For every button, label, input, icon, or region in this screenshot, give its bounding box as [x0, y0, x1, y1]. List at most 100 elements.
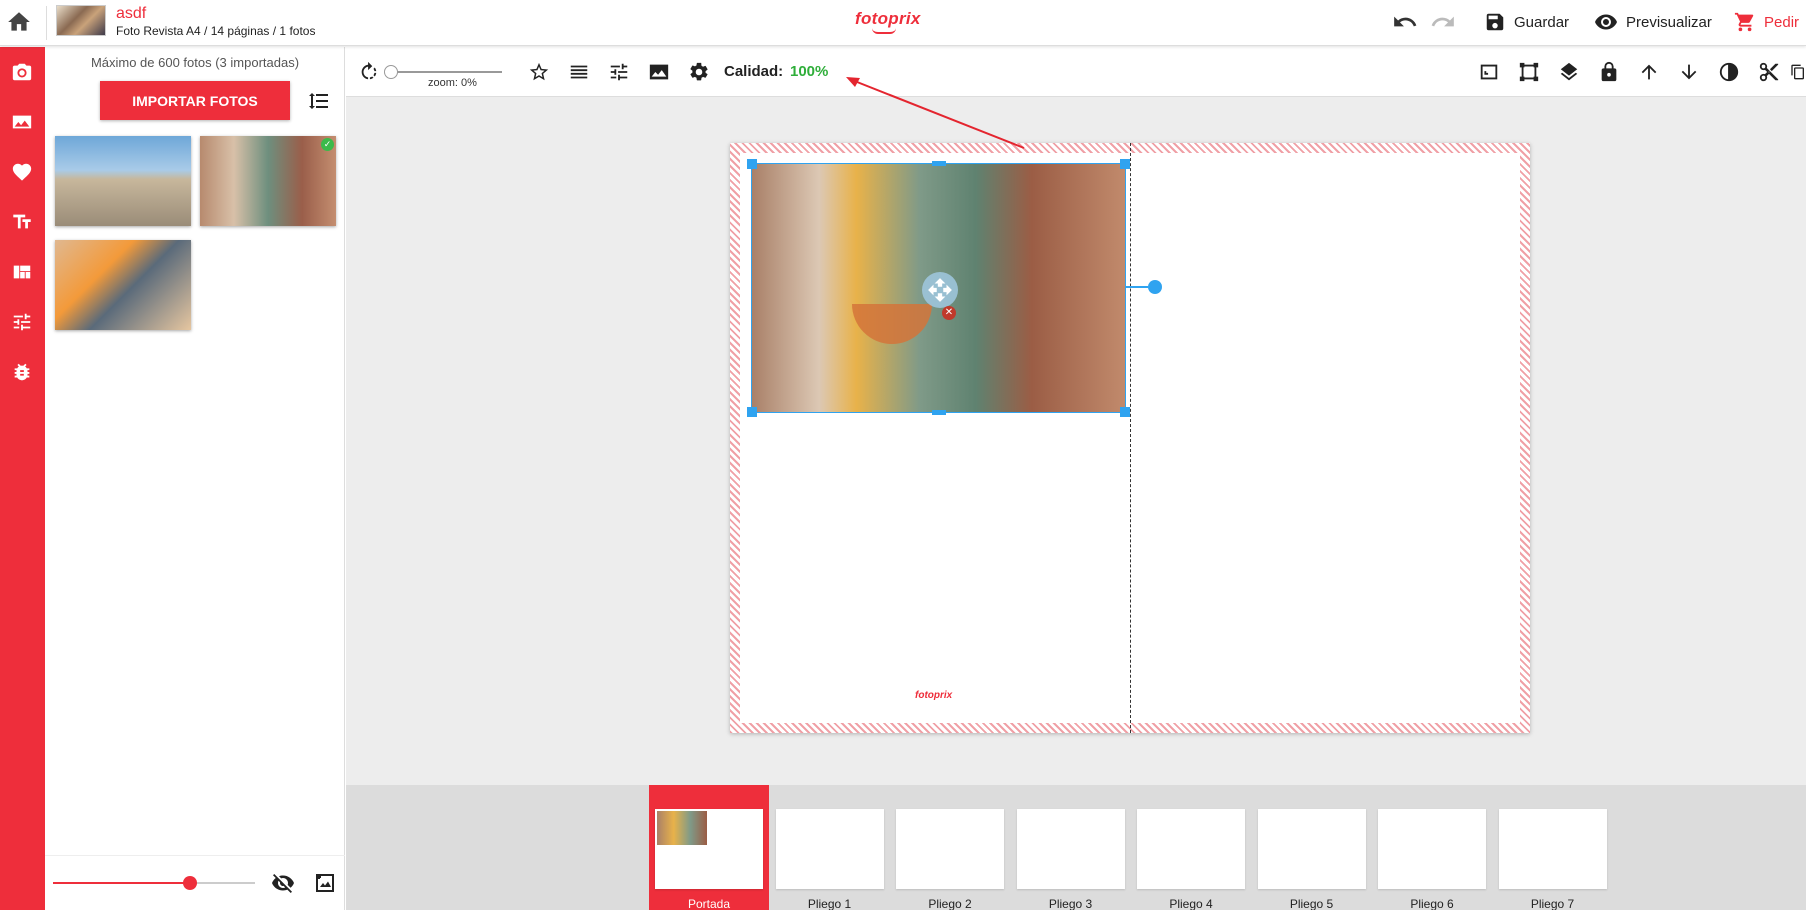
arrow-down-icon[interactable]: [1676, 59, 1702, 85]
text-icon[interactable]: [8, 208, 36, 236]
page-thumb-6[interactable]: Pliego 6: [1372, 785, 1492, 910]
sort-icon[interactable]: [307, 89, 331, 113]
photos-limit-note: Máximo de 600 fotos (3 importadas): [90, 55, 300, 70]
project-thumbnail[interactable]: [56, 5, 106, 36]
placed-photo-canal[interactable]: ✕: [747, 159, 1130, 417]
gear-icon[interactable]: [686, 59, 712, 85]
heart-icon[interactable]: [8, 158, 36, 186]
fold-line: [1130, 143, 1131, 733]
arrow-up-icon[interactable]: [1636, 59, 1662, 85]
page-thumb-preview: [896, 809, 1004, 889]
page-thumb-1[interactable]: Pliego 1: [770, 785, 890, 910]
zoom-slider[interactable]: [390, 71, 502, 73]
resize-handle-top-left[interactable]: [747, 159, 757, 169]
brand-logo: fotoprix: [855, 9, 921, 28]
page-thumb-photo: [657, 811, 707, 845]
page-thumb-4[interactable]: Pliego 4: [1131, 785, 1251, 910]
page-thumb-label: Pliego 5: [1289, 897, 1334, 910]
photo-thumb-books[interactable]: [55, 240, 191, 330]
page-thumb-5[interactable]: Pliego 5: [1252, 785, 1372, 910]
page-thumb-preview: [655, 809, 763, 889]
editor-app: asdf Foto Revista A4 / 14 páginas / 1 fo…: [0, 0, 1806, 910]
landscape-icon[interactable]: [646, 59, 672, 85]
resize-handle-bottom-right[interactable]: [1120, 407, 1130, 417]
boat-shape: [852, 304, 932, 344]
layers-icon[interactable]: [1556, 59, 1582, 85]
page-thumb-preview: [1016, 809, 1125, 889]
page-thumb-3[interactable]: Pliego 3: [1011, 785, 1131, 910]
panel-footer: [45, 855, 345, 910]
save-icon: [1486, 13, 1504, 31]
cart-icon: [1734, 12, 1754, 32]
sliders-icon[interactable]: [8, 308, 36, 336]
page-thumb-2[interactable]: Pliego 2: [890, 785, 1010, 910]
star-icon[interactable]: [526, 59, 552, 85]
thumb-size-slider[interactable]: [53, 876, 255, 890]
import-photos-button[interactable]: IMPORTAR FOTOS: [100, 81, 290, 120]
top-bar: asdf Foto Revista A4 / 14 páginas / 1 fo…: [0, 0, 1806, 46]
quality-label: Calidad:: [724, 63, 784, 80]
image-frame-icon[interactable]: [313, 871, 339, 895]
page-thumb-preview: [1257, 809, 1366, 889]
resize-handle-top[interactable]: [932, 161, 946, 166]
page-thumb-preview: [775, 809, 884, 889]
logo-smile: [872, 28, 896, 34]
page-thumb-label: Pliego 4: [1169, 897, 1213, 910]
bug-icon[interactable]: [8, 358, 36, 386]
order-button[interactable]: Pedir: [1734, 9, 1799, 35]
page-thumb-label: Pliego 3: [1048, 897, 1093, 910]
project-name[interactable]: asdf: [116, 5, 146, 23]
zoom-label: zoom: 0%: [428, 77, 477, 89]
page-thumb-preview: [1498, 809, 1607, 889]
page-thumb-label: Pliego 2: [928, 897, 972, 910]
tune-icon[interactable]: [606, 59, 632, 85]
check-icon: ✓: [321, 138, 334, 151]
page-logo: fotoprix: [915, 690, 953, 701]
eye-off-icon[interactable]: [271, 871, 297, 895]
preview-label: Previsualizar: [1626, 13, 1712, 31]
redo-icon[interactable]: [1430, 9, 1458, 35]
edit-toolbar: zoom: 0% Calidad: 100%: [346, 47, 1806, 97]
undo-icon[interactable]: [1392, 9, 1420, 35]
fit-icon[interactable]: [1476, 59, 1502, 85]
pages-strip: Portada Pliego 1 Pliego 2 Pliego 3 Pliego 4 P…: [346, 785, 1806, 910]
camera-icon[interactable]: [8, 58, 36, 86]
page-thumb-preview: [1137, 809, 1245, 889]
scissors-icon[interactable]: [1756, 59, 1782, 85]
preview-button[interactable]: Previsualizar: [1594, 9, 1712, 35]
lines-icon[interactable]: [566, 59, 592, 85]
home-icon[interactable]: [6, 9, 32, 35]
page-thumb-label: Portada: [687, 897, 731, 910]
resize-handle-top-right[interactable]: [1120, 159, 1130, 169]
rotate-handle[interactable]: [1148, 280, 1162, 294]
move-icon[interactable]: [922, 272, 958, 308]
rotate-icon[interactable]: [356, 59, 382, 85]
page-thumb-preview: [1378, 809, 1486, 889]
project-meta: Foto Revista A4 / 14 páginas / 1 fotos: [116, 24, 316, 38]
photo-thumb-canal[interactable]: ✓: [200, 136, 336, 226]
resize-handle-bottom-left[interactable]: [747, 407, 757, 417]
image-icon[interactable]: [8, 108, 36, 136]
page-thumb-label: Pliego 6: [1410, 897, 1454, 910]
page-thumb-7[interactable]: Pliego 7: [1493, 785, 1613, 910]
save-label: Guardar: [1514, 13, 1570, 31]
thumb-size-fill: [53, 882, 191, 884]
copy-icon[interactable]: [1790, 59, 1806, 85]
delete-icon[interactable]: ✕: [942, 306, 956, 320]
lock-icon[interactable]: [1596, 59, 1622, 85]
thumb-size-knob[interactable]: [183, 876, 198, 890]
page-thumb-label: Pliego 7: [1530, 897, 1575, 910]
zoom-knob[interactable]: [384, 65, 398, 79]
save-button[interactable]: Guardar: [1484, 9, 1569, 35]
tool-rail: [0, 47, 45, 910]
resize-handle-bottom[interactable]: [932, 410, 946, 415]
layout-icon[interactable]: [8, 258, 36, 286]
photo-thumb-plaza[interactable]: [55, 136, 191, 226]
photos-panel: Máximo de 600 fotos (3 importadas) IMPOR…: [45, 47, 345, 910]
contrast-icon[interactable]: [1716, 59, 1742, 85]
page-spread[interactable]: ✕ fotoprix: [730, 143, 1530, 733]
header-divider: [46, 6, 47, 40]
order-label: Pedir: [1764, 13, 1800, 31]
crop-frame-icon[interactable]: [1516, 59, 1542, 85]
page-thumb-0[interactable]: Portada: [649, 785, 769, 910]
